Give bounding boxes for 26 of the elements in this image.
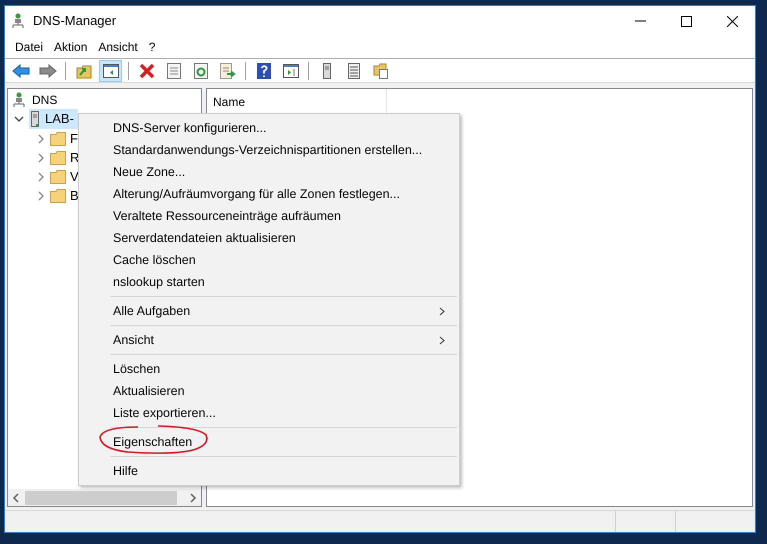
context-menu-item[interactable]: nslookup starten (79, 271, 459, 293)
tree-item[interactable]: R (50, 148, 80, 168)
tree-item[interactable]: LAB- (29, 109, 78, 129)
window-title: DNS-Manager (33, 12, 116, 30)
context-menu-item[interactable]: DNS-Server konfigurieren... (79, 117, 459, 139)
context-menu-item[interactable]: Neue Zone... (79, 161, 459, 183)
context-menu-item[interactable]: Standardanwendungs-Verzeichnispartitionen erstellen... (79, 139, 459, 161)
context-menu-item[interactable]: Liste exportieren... (79, 402, 459, 424)
context-menu-item[interactable]: Ansicht (79, 329, 459, 351)
context-menu-item[interactable]: Alle Aufgaben (79, 300, 459, 322)
context-menu-item[interactable]: Alterung/Aufräumvorgang für alle Zonen festlegen... (79, 183, 459, 205)
context-menu-item[interactable]: Cache löschen (79, 249, 459, 271)
context-menu-item[interactable]: Löschen (79, 358, 459, 380)
tree-item[interactable]: F (50, 128, 78, 148)
context-menu-item[interactable]: Eigenschaften (79, 431, 459, 453)
menu-bar-item[interactable]: Datei (11, 38, 48, 56)
context-menu-item[interactable]: Aktualisieren (79, 380, 459, 402)
context-menu-item[interactable]: Serverdatendateien aktualisieren (79, 227, 459, 249)
context-menu-item[interactable]: Hilfe (79, 460, 459, 482)
tree-item[interactable]: DNS (32, 91, 58, 109)
context-menu-item[interactable]: Veraltete Ressourceneinträge aufräumen (79, 205, 459, 227)
tree-item[interactable]: B (50, 186, 79, 206)
menu-bar-item[interactable]: Ansicht (94, 38, 142, 56)
menu-bar-item[interactable]: ? (144, 38, 160, 56)
tree-item[interactable]: V (50, 166, 79, 186)
menu-bar-item[interactable]: Aktion (50, 38, 92, 56)
